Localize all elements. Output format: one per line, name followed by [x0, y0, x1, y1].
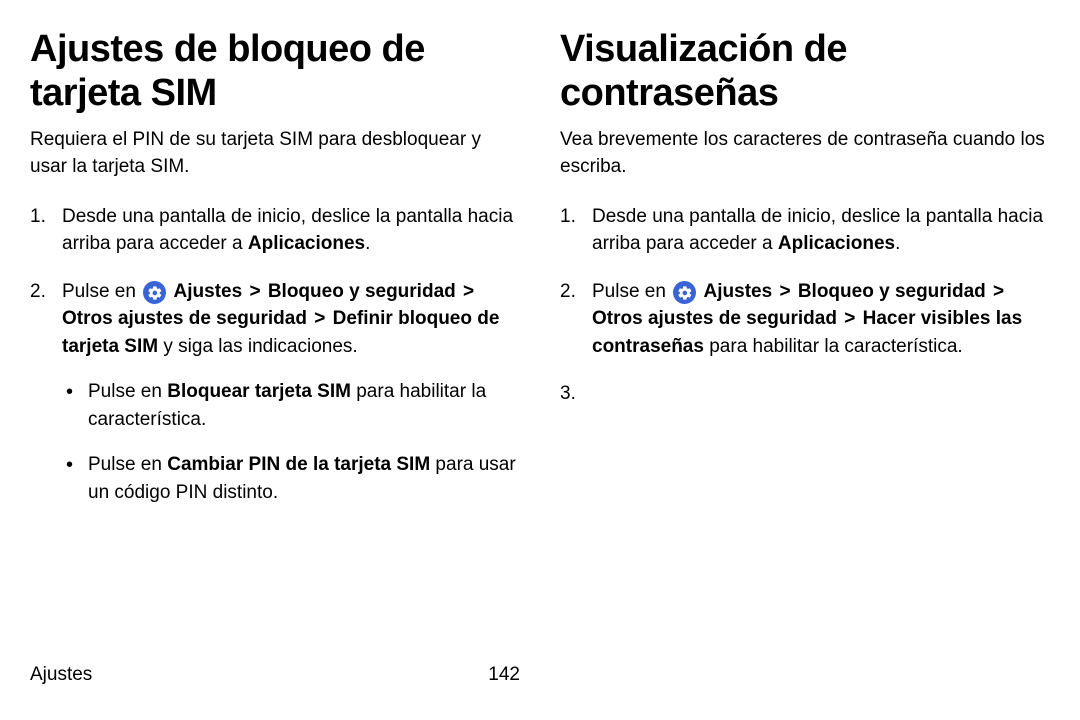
bold-otros: Otros ajustes de seguridad	[592, 308, 837, 329]
text: para habilitar la característica.	[704, 336, 963, 357]
left-sub-1: Pulse en Bloquear tarjeta SIM para habil…	[62, 378, 520, 433]
right-intro: Vea brevemente los caracteres de contras…	[560, 127, 1050, 180]
bold-ajustes: Ajustes	[704, 281, 773, 302]
chevron-icon: >	[844, 308, 855, 329]
bold-bloqueo: Bloqueo y seguridad	[798, 281, 986, 302]
bold-bloqueo: Bloqueo y seguridad	[268, 281, 456, 302]
bold-otros: Otros ajustes de seguridad	[62, 308, 307, 329]
bold-cambiar: Cambiar PIN de la tarjeta SIM	[167, 454, 430, 475]
text: Pulse en	[88, 381, 167, 402]
left-steps: Desde una pantalla de inicio, deslice la…	[30, 203, 520, 507]
left-step-1: Desde una pantalla de inicio, deslice la…	[30, 203, 520, 258]
settings-icon	[673, 281, 696, 304]
bold-bloquear: Bloquear tarjeta SIM	[167, 381, 351, 402]
text: .	[895, 233, 900, 254]
chevron-icon: >	[993, 281, 1004, 302]
text: .	[365, 233, 370, 254]
page-footer: Ajustes 142	[30, 664, 520, 686]
left-intro: Requiera el PIN de su tarjeta SIM para d…	[30, 127, 520, 180]
left-column: Ajustes de bloqueo de tarjeta SIM Requie…	[30, 28, 520, 526]
footer-section: Ajustes	[30, 664, 92, 686]
chevron-icon: >	[779, 281, 790, 302]
right-column: Visualización de contraseñas Vea breveme…	[560, 28, 1050, 526]
left-heading: Ajustes de bloqueo de tarjeta SIM	[30, 28, 520, 115]
text: Pulse en	[62, 281, 141, 302]
text: Pulse en	[88, 454, 167, 475]
bold-aplicaciones: Aplicaciones	[778, 233, 895, 254]
text: y siga las indicaciones.	[158, 336, 358, 357]
left-sub-2: Pulse en Cambiar PIN de la tarjeta SIM p…	[62, 451, 520, 506]
chevron-icon: >	[463, 281, 474, 302]
right-step-2: Pulse en Ajustes > Bloqueo y seguridad >…	[560, 278, 1050, 361]
right-step-1: Desde una pantalla de inicio, deslice la…	[560, 203, 1050, 258]
right-steps: Desde una pantalla de inicio, deslice la…	[560, 203, 1050, 361]
footer-page-number: 142	[488, 664, 520, 686]
text: Pulse en	[592, 281, 671, 302]
left-substeps: Pulse en Bloquear tarjeta SIM para habil…	[62, 378, 520, 506]
settings-icon	[143, 281, 166, 304]
left-step-2: Pulse en Ajustes > Bloqueo y seguridad >…	[30, 278, 520, 507]
two-column-layout: Ajustes de bloqueo de tarjeta SIM Requie…	[30, 28, 1050, 526]
bold-ajustes: Ajustes	[174, 281, 243, 302]
right-heading: Visualización de contraseñas	[560, 28, 1050, 115]
bold-aplicaciones: Aplicaciones	[248, 233, 365, 254]
chevron-icon: >	[249, 281, 260, 302]
chevron-icon: >	[314, 308, 325, 329]
